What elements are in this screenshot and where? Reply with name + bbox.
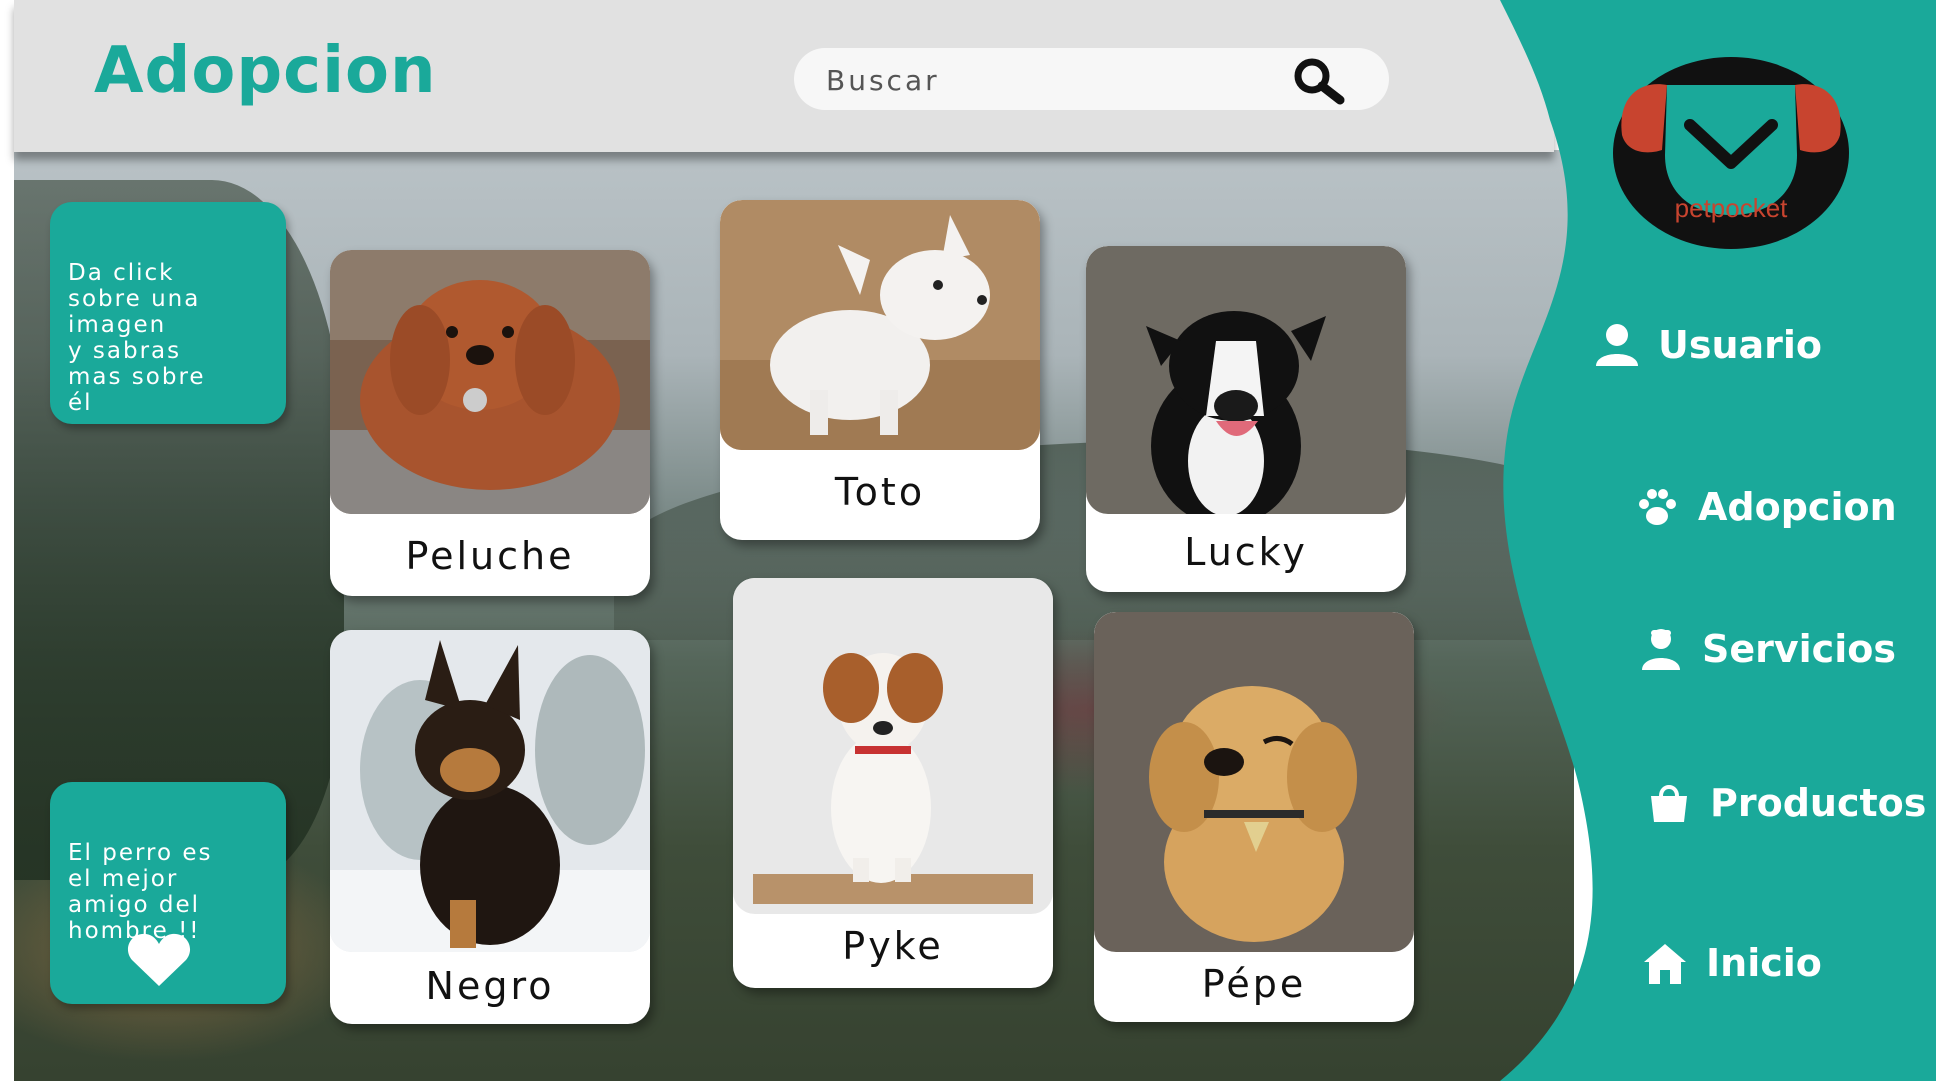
dog-name: Pépe [1201, 962, 1307, 1006]
logo-text: petpocket [1675, 193, 1789, 223]
page-title: Adopcion [94, 34, 437, 108]
dog-name: Peluche [405, 534, 575, 578]
user-icon [1596, 324, 1638, 366]
search-input[interactable] [824, 60, 1308, 100]
nav-item-usuario[interactable]: Usuario [1594, 322, 1822, 368]
dog-name: Lucky [1184, 530, 1308, 574]
dog-name: Toto [834, 470, 926, 514]
info-text: El perro es el mejor amigo del hombre !! [68, 840, 213, 944]
nav-label: Adopcion [1698, 485, 1897, 529]
dog-card-pyke[interactable]: Pyke [733, 578, 1053, 988]
dog-card-negro[interactable]: Negro [330, 630, 650, 1024]
header-bar: Adopcion [14, 0, 1554, 152]
nav-label: Inicio [1706, 941, 1822, 985]
nav-label: Usuario [1658, 323, 1823, 367]
home-icon [1644, 944, 1686, 984]
dog-photo[interactable] [330, 250, 650, 514]
dog-photo[interactable] [733, 578, 1053, 914]
groomer-icon [1642, 629, 1680, 670]
info-text: Da click sobre una imagen y sabras mas s… [68, 260, 206, 416]
search-bar[interactable] [794, 48, 1389, 110]
dog-card-toto[interactable]: Toto [720, 200, 1040, 540]
heart-icon [127, 933, 191, 986]
nav-item-productos[interactable]: Productos [1646, 780, 1926, 826]
info-box-quote: El perro es el mejor amigo del hombre !! [50, 782, 286, 1004]
dog-card-pepe[interactable]: Pépe [1094, 612, 1414, 1022]
nav-label: Productos [1710, 781, 1927, 825]
search-icon[interactable] [1282, 54, 1358, 108]
nav-item-servicios[interactable]: Servicios [1638, 626, 1896, 672]
bag-icon [1651, 785, 1687, 822]
info-box-click-hint: Da click sobre una imagen y sabras mas s… [50, 202, 286, 424]
dog-photo[interactable] [1094, 612, 1414, 952]
nav-item-adopcion[interactable]: Adopcion [1634, 484, 1897, 530]
dog-photo[interactable] [1086, 246, 1406, 514]
dog-name: Pyke [842, 924, 944, 968]
paw-icon [1639, 489, 1676, 525]
nav-label: Servicios [1702, 627, 1896, 671]
dog-photo[interactable] [720, 200, 1040, 450]
dog-card-peluche[interactable]: Peluche [330, 250, 650, 596]
nav-item-inicio[interactable]: Inicio [1642, 940, 1822, 986]
dog-name: Negro [425, 964, 555, 1008]
petpocket-logo[interactable]: petpocket [1612, 55, 1850, 251]
dog-photo[interactable] [330, 630, 650, 952]
dog-card-lucky[interactable]: Lucky [1086, 246, 1406, 592]
